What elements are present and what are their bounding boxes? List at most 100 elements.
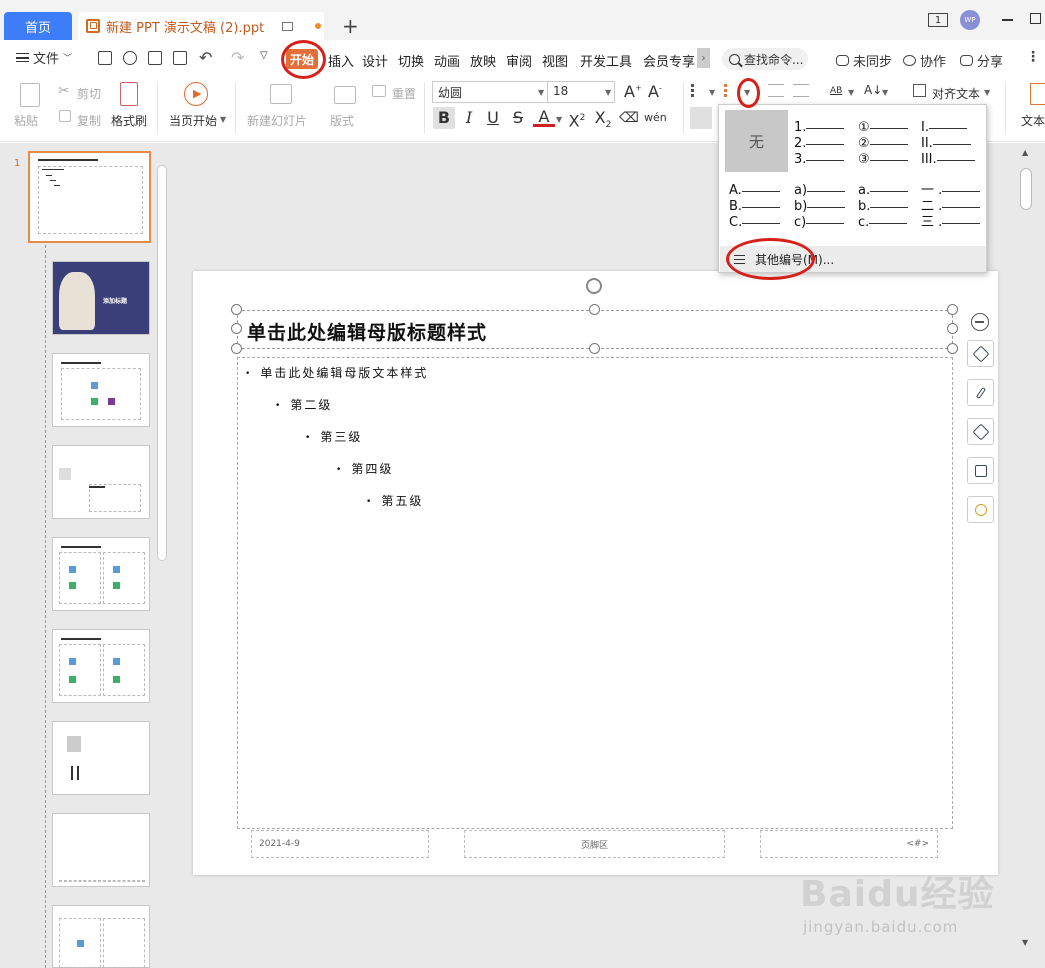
text-level-5[interactable]: • 第五级: [366, 492, 423, 509]
resize-handle[interactable]: [231, 343, 242, 354]
search-command[interactable]: 查找命令...: [722, 48, 808, 70]
resize-handle[interactable]: [947, 304, 958, 315]
new-tab-button[interactable]: +: [342, 14, 359, 38]
file-menu[interactable]: 文件 ﹀: [16, 48, 72, 67]
print-icon[interactable]: [148, 51, 162, 65]
more-options-icon[interactable]: ⋮: [1026, 49, 1040, 65]
reset-button[interactable]: 重置: [392, 85, 416, 102]
chevron-down-icon[interactable]: ▼: [220, 115, 226, 124]
tab-insert[interactable]: 插入: [328, 51, 354, 70]
numbering-circled-option[interactable]: ① ② ③: [858, 120, 907, 168]
layout-thumbnail[interactable]: 添加标题: [52, 261, 150, 335]
layout-thumbnail[interactable]: [52, 537, 150, 611]
layout-thumbnail[interactable]: [52, 905, 150, 968]
ideas-button[interactable]: [967, 496, 994, 523]
chevron-down-icon[interactable]: ▼: [984, 88, 990, 97]
print-preview-icon[interactable]: [173, 51, 187, 65]
bold-icon[interactable]: B: [433, 107, 455, 129]
tab-animation[interactable]: 动画: [434, 51, 460, 70]
superscript-icon[interactable]: X2: [566, 107, 588, 130]
footer-slide-number[interactable]: <#>: [760, 830, 938, 858]
text-level-1[interactable]: • 单击此处编辑母版文本样式: [245, 364, 428, 381]
text-level-3[interactable]: • 第三级: [305, 428, 362, 445]
rotate-handle-icon[interactable]: [586, 278, 602, 294]
tab-design[interactable]: 设计: [362, 51, 388, 70]
undo-icon[interactable]: ↶: [199, 48, 212, 67]
format-painter-button[interactable]: 格式刷: [111, 112, 147, 129]
decrease-font-icon[interactable]: A-: [648, 82, 662, 101]
cut-button[interactable]: 剪切: [77, 85, 101, 102]
strikethrough-icon[interactable]: S: [507, 107, 529, 129]
maximize-icon[interactable]: [1030, 13, 1041, 24]
chevron-down-icon[interactable]: ▼: [538, 88, 544, 97]
increase-indent-icon[interactable]: [793, 84, 809, 97]
chevron-down-icon[interactable]: ▼: [848, 88, 854, 97]
numbering-none-option[interactable]: 无: [725, 110, 788, 172]
phonetic-icon[interactable]: wén: [644, 107, 667, 129]
redo-icon[interactable]: ↷: [231, 48, 244, 67]
eraser-icon[interactable]: ⌫: [618, 107, 640, 129]
resize-handle[interactable]: [947, 323, 958, 334]
sync-button[interactable]: 未同步: [836, 51, 892, 70]
paste-icon[interactable]: [20, 83, 40, 107]
resize-handle[interactable]: [589, 343, 600, 354]
collapse-icon[interactable]: [971, 313, 989, 331]
slide-title[interactable]: 单击此处编辑母版标题样式: [247, 318, 487, 345]
align-text-button[interactable]: 对齐文本: [932, 85, 980, 102]
vertical-scrollbar[interactable]: [1017, 143, 1045, 968]
layout-thumbnail[interactable]: [52, 629, 150, 703]
chevron-down-icon[interactable]: ▼: [605, 88, 611, 97]
resize-handle[interactable]: [947, 343, 958, 354]
minimize-icon[interactable]: [1002, 19, 1013, 21]
tab-document[interactable]: 新建 PPT 演示文稿 (2).ppt: [78, 12, 324, 40]
brush-button[interactable]: [967, 379, 994, 406]
tab-transition[interactable]: 切换: [398, 51, 424, 70]
resize-handle[interactable]: [231, 304, 242, 315]
collab-button[interactable]: 协作: [903, 51, 946, 70]
paste-button[interactable]: 粘贴: [14, 112, 38, 129]
scroll-thumb[interactable]: [1020, 168, 1032, 210]
monitor-icon[interactable]: [282, 21, 294, 31]
chevron-down-icon[interactable]: ▼: [556, 115, 562, 124]
scroll-up-icon[interactable]: ▲: [1022, 148, 1028, 157]
bullet-list-icon[interactable]: [691, 84, 704, 97]
tab-slideshow[interactable]: 放映: [470, 51, 496, 70]
layout-thumbnail[interactable]: [52, 353, 150, 427]
customize-toolbar-icon[interactable]: ▽: [260, 50, 268, 61]
numbering-arabic-option[interactable]: 1. 2. 3.: [794, 120, 847, 168]
decrease-indent-icon[interactable]: [768, 84, 784, 97]
numbering-lower-alpha-option[interactable]: a. b. c.: [858, 183, 911, 231]
resize-handle[interactable]: [589, 304, 600, 315]
tab-developer[interactable]: 开发工具: [580, 51, 632, 70]
avatar[interactable]: WP: [960, 10, 980, 30]
font-name-select[interactable]: 幼圆: [432, 81, 548, 103]
footer-date[interactable]: 2021-4-9: [251, 830, 429, 858]
numbering-upper-alpha-option[interactable]: A. B. C.: [729, 183, 782, 231]
new-slide-button[interactable]: 新建幻灯片: [247, 112, 307, 129]
italic-icon[interactable]: I: [458, 107, 480, 129]
increase-font-icon[interactable]: A+: [624, 82, 642, 101]
subscript-icon[interactable]: X2: [592, 107, 614, 130]
layout-thumbnail[interactable]: [52, 813, 150, 887]
panel-scrollbar[interactable]: [157, 165, 167, 561]
text-level-2[interactable]: • 第二级: [275, 396, 332, 413]
fill-button[interactable]: [967, 418, 994, 445]
tab-review[interactable]: 审阅: [506, 51, 532, 70]
font-color-icon[interactable]: A: [533, 107, 555, 127]
tab-view[interactable]: 视图: [542, 51, 568, 70]
chevron-down-icon[interactable]: ▼: [709, 88, 715, 97]
align-left-icon[interactable]: [690, 107, 712, 129]
line-spacing-icon[interactable]: A↓: [864, 83, 882, 97]
layout-button[interactable]: 版式: [330, 112, 354, 129]
from-current-button[interactable]: 当页开始: [169, 112, 217, 129]
text-level-4[interactable]: • 第四级: [336, 460, 393, 477]
scroll-down-icon[interactable]: ▼: [1022, 938, 1028, 947]
resize-handle[interactable]: [231, 323, 242, 334]
layout-thumbnail[interactable]: [52, 721, 150, 795]
master-thumbnail[interactable]: [28, 151, 151, 243]
numbering-roman-option[interactable]: I. II. III.: [921, 120, 974, 168]
share-button[interactable]: 分享: [960, 51, 1003, 70]
border-button[interactable]: [967, 457, 994, 484]
textbox-button[interactable]: 文本: [1021, 112, 1045, 129]
tab-home[interactable]: 首页: [4, 12, 72, 40]
